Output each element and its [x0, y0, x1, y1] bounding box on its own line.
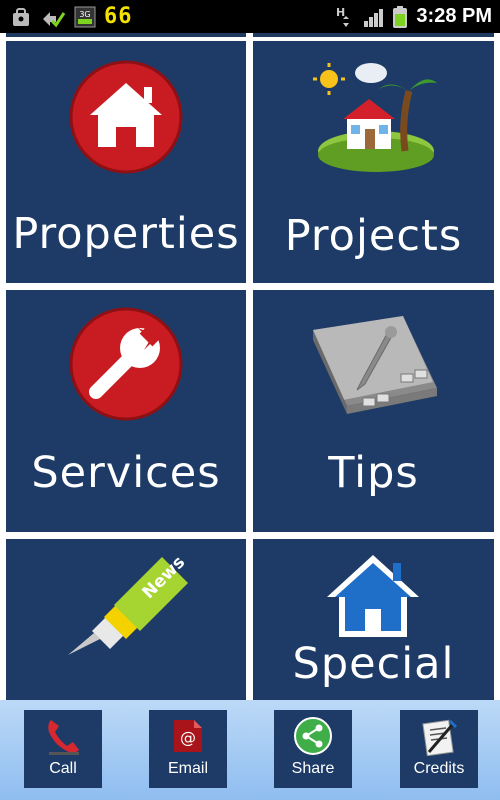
h-data-icon: H: [336, 6, 350, 27]
tile-label-properties: Properties: [12, 209, 240, 259]
tile-projects[interactable]: Projects: [253, 41, 494, 283]
share-icon: [294, 717, 332, 755]
clock: 3:28 PM: [416, 5, 492, 27]
tile-label-services: Services: [31, 448, 221, 498]
phone-icon: [48, 720, 79, 755]
sync-icon: [43, 11, 66, 27]
battery-icon: [393, 5, 408, 28]
email-label: Email: [167, 760, 208, 777]
blue-house-icon: [327, 555, 419, 637]
wrench-circle-icon: [69, 307, 183, 421]
tile-tips[interactable]: Tips: [253, 290, 494, 532]
call-button[interactable]: Call: [24, 710, 102, 788]
status-bar: 3G 66 H 3:28 PM: [0, 0, 500, 33]
call-label: Call: [49, 760, 77, 777]
tile-news[interactable]: News: [6, 539, 246, 700]
email-button[interactable]: @ Email: [149, 710, 227, 788]
h-data-label: H: [336, 6, 345, 19]
bottom-action-bar: Call @ Email Share Credits: [0, 700, 500, 800]
status-left: 3G 66: [10, 4, 133, 29]
3g-label: 3G: [79, 10, 90, 19]
tile-services[interactable]: Services: [6, 290, 246, 532]
menu-grid: Properties Projects Services Tips News S…: [0, 33, 500, 700]
tile-special[interactable]: Special: [253, 539, 494, 700]
credits-button[interactable]: Credits: [400, 710, 478, 788]
email-icon: @: [174, 720, 202, 752]
credits-label: Credits: [413, 760, 465, 777]
tile-sliver-left: [6, 33, 246, 37]
svg-text:@: @: [180, 728, 196, 747]
news-pen-icon: News: [68, 552, 189, 655]
signal-icon: [364, 8, 384, 27]
3g-icon: 3G: [74, 6, 96, 27]
island-house-icon: [313, 63, 437, 172]
share-label: Share: [291, 760, 335, 777]
tile-label-tips: Tips: [328, 448, 419, 498]
bag-icon: [13, 7, 29, 26]
credits-icon: [422, 719, 457, 756]
tile-label-special: Special: [292, 639, 455, 689]
notification-count: 66: [104, 4, 133, 29]
notebook-pen-icon: [313, 316, 437, 414]
status-right: H 3:28 PM: [334, 4, 492, 29]
home-circle-icon: [69, 60, 183, 174]
tile-sliver-right: [253, 33, 494, 37]
tile-label-projects: Projects: [284, 211, 463, 261]
tile-properties[interactable]: Properties: [6, 41, 246, 283]
share-button[interactable]: Share: [274, 710, 352, 788]
